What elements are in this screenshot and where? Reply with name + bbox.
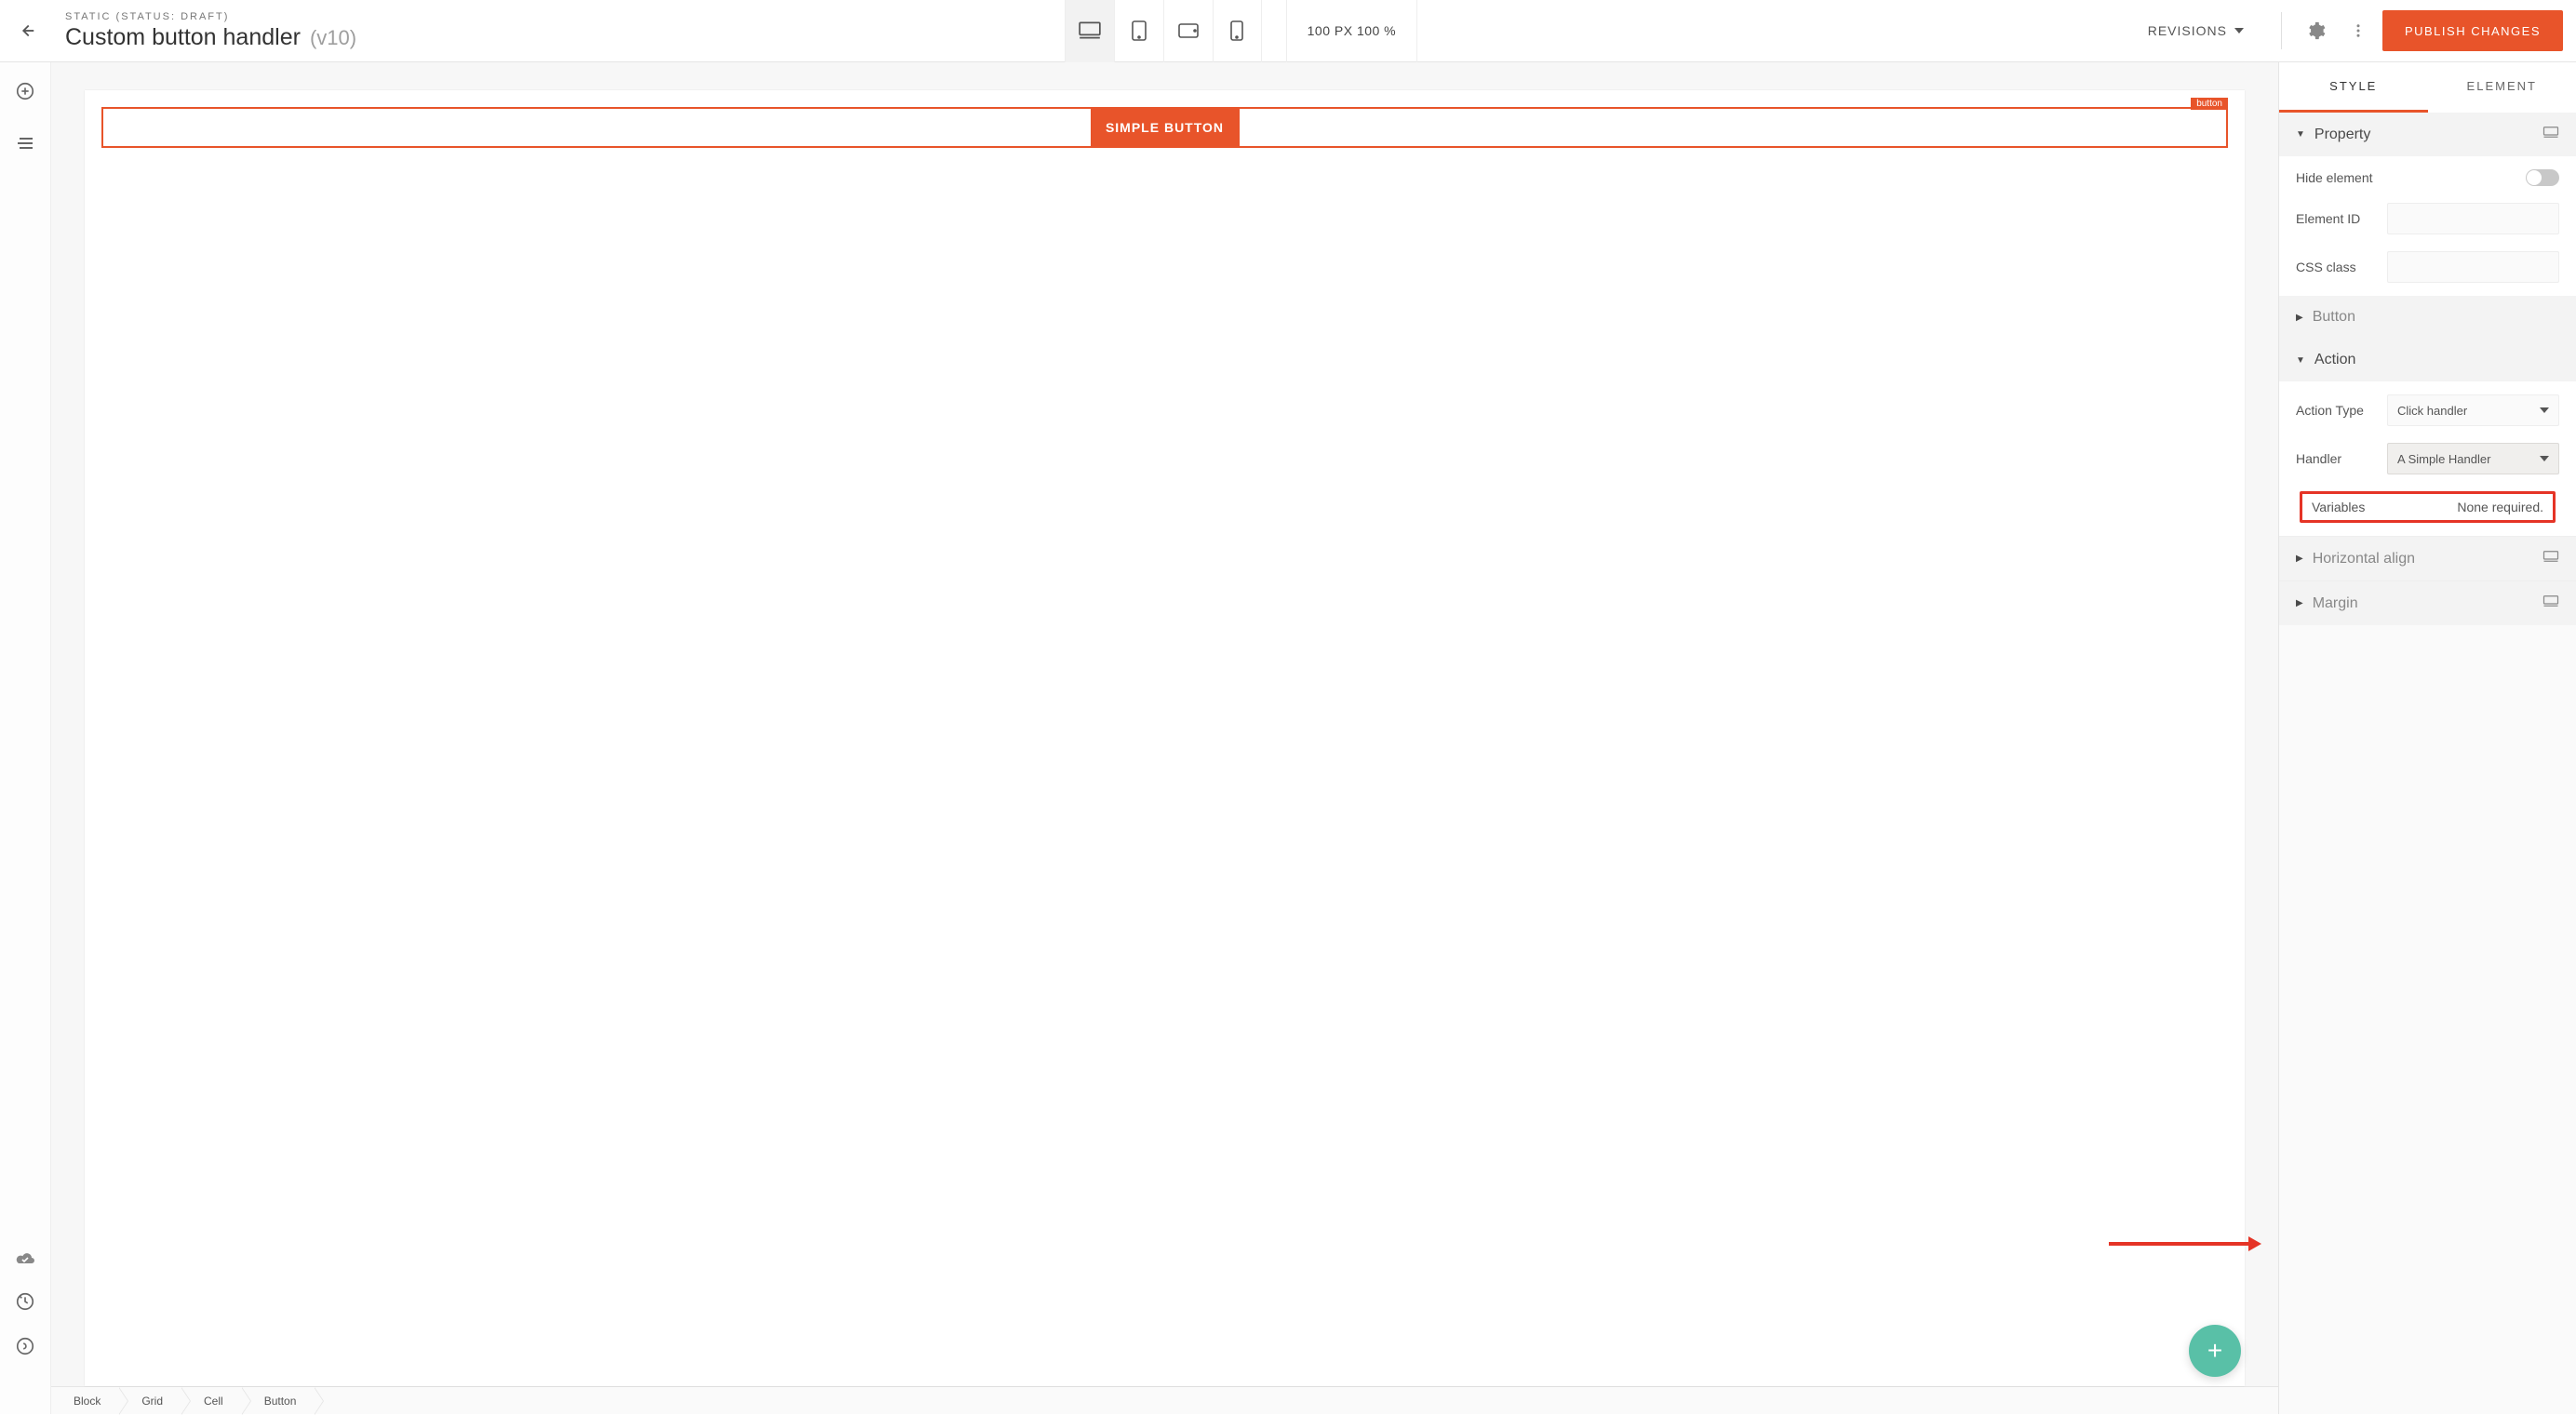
device-switcher — [1065, 0, 1262, 62]
margin-label: Margin — [2313, 595, 2358, 612]
section-action-body: Action Type Click handler Handler A Simp… — [2279, 381, 2576, 536]
section-margin-header[interactable]: ▶ Margin — [2279, 581, 2576, 625]
crumb-grid[interactable]: Grid — [119, 1387, 181, 1415]
desktop-icon — [2542, 550, 2559, 567]
chevron-right-icon: ▶ — [2296, 598, 2303, 608]
divider — [2281, 12, 2282, 49]
section-property-body: Hide element Element ID CSS class — [2279, 156, 2576, 296]
action-type-select[interactable]: Click handler — [2387, 394, 2559, 426]
chevron-down-icon: ▼ — [2296, 129, 2305, 140]
property-header-label: Property — [2314, 127, 2370, 143]
chevron-down-icon — [2540, 407, 2549, 413]
section-button-header[interactable]: ▶ Button — [2279, 296, 2576, 339]
action-type-value: Click handler — [2397, 404, 2467, 418]
chevron-down-icon — [2540, 456, 2549, 461]
crumb-button[interactable]: Button — [242, 1387, 315, 1415]
more-vertical-icon — [2350, 22, 2367, 39]
css-class-input[interactable] — [2387, 251, 2559, 283]
publish-button[interactable]: PUBLISH CHANGES — [2382, 10, 2563, 51]
hide-element-label: Hide element — [2296, 170, 2373, 185]
device-mobile-button[interactable] — [1213, 0, 1262, 62]
right-panel: STYLE ELEMENT ▼ Property Hide element El… — [2278, 62, 2576, 1414]
tab-style[interactable]: STYLE — [2279, 62, 2428, 113]
chevron-right-icon: ▶ — [2296, 313, 2303, 323]
section-horizontal-align-header[interactable]: ▶ Horizontal align — [2279, 536, 2576, 581]
fab-add-button[interactable]: + — [2189, 1325, 2241, 1377]
handler-value: A Simple Handler — [2397, 452, 2490, 466]
revisions-label: REVISIONS — [2148, 23, 2227, 38]
hide-element-toggle[interactable] — [2526, 169, 2559, 186]
dimensions-display: 100 PX 100 % — [1286, 0, 1418, 62]
settings-button[interactable] — [2297, 12, 2334, 49]
main-area: button SIMPLE BUTTON + Block Grid Cell B… — [0, 62, 2576, 1414]
cloud-sync-button[interactable] — [13, 1245, 37, 1269]
panel-tabs: STYLE ELEMENT — [2279, 62, 2576, 113]
device-desktop-button[interactable] — [1065, 0, 1114, 62]
copyleft-icon — [15, 1336, 35, 1356]
cloud-check-icon — [14, 1248, 36, 1265]
desktop-icon — [2542, 126, 2559, 143]
action-header-label: Action — [2314, 352, 2355, 368]
element-id-label: Element ID — [2296, 211, 2360, 226]
history-button[interactable] — [13, 1289, 37, 1314]
selection-badge: button — [2191, 98, 2228, 110]
status-line: STATIC (STATUS: DRAFT) — [65, 11, 356, 22]
left-rail — [0, 62, 51, 1414]
device-tablet-portrait-button[interactable] — [1114, 0, 1163, 62]
device-tablet-landscape-button[interactable] — [1163, 0, 1213, 62]
action-type-label: Action Type — [2296, 403, 2364, 418]
design-canvas[interactable]: button SIMPLE BUTTON — [85, 90, 2245, 1386]
tablet-landscape-icon — [1177, 22, 1200, 39]
desktop-icon — [1078, 20, 1102, 41]
chevron-down-icon — [2234, 28, 2244, 33]
handler-label: Handler — [2296, 451, 2341, 466]
top-header: STATIC (STATUS: DRAFT) Custom button han… — [0, 0, 2576, 62]
variables-value: None required. — [2457, 500, 2543, 514]
variables-label: Variables — [2312, 500, 2365, 514]
revisions-button[interactable]: REVISIONS — [2126, 0, 2266, 62]
chevron-right-icon: ▶ — [2296, 554, 2303, 564]
tablet-portrait-icon — [1130, 20, 1148, 42]
plus-circle-icon — [15, 81, 35, 101]
variables-highlight-box: Variables None required. — [2300, 491, 2556, 523]
arrow-left-icon — [16, 20, 36, 41]
copyleft-button[interactable] — [13, 1334, 37, 1358]
button-section-label: Button — [2313, 309, 2355, 326]
title-block: STATIC (STATUS: DRAFT) Custom button han… — [65, 11, 356, 51]
page-title: Custom button handler — [65, 24, 301, 51]
chevron-down-icon: ▼ — [2296, 355, 2305, 366]
selected-button-frame[interactable]: button SIMPLE BUTTON — [101, 107, 2228, 148]
element-id-input[interactable] — [2387, 203, 2559, 234]
page-version: (v10) — [310, 26, 356, 50]
desktop-icon — [2542, 594, 2559, 612]
section-property-header[interactable]: ▼ Property — [2279, 113, 2576, 156]
css-class-label: CSS class — [2296, 260, 2356, 274]
handler-select[interactable]: A Simple Handler — [2387, 443, 2559, 474]
canvas-wrap: button SIMPLE BUTTON + Block Grid Cell B… — [51, 62, 2278, 1414]
tab-element[interactable]: ELEMENT — [2428, 62, 2576, 113]
breadcrumb: Block Grid Cell Button — [51, 1386, 2278, 1414]
add-block-button[interactable] — [13, 79, 37, 103]
horizontal-align-label: Horizontal align — [2313, 551, 2415, 567]
more-menu-button[interactable] — [2340, 12, 2377, 49]
crumb-cell[interactable]: Cell — [181, 1387, 242, 1415]
outline-button[interactable] — [13, 131, 37, 155]
crumb-block[interactable]: Block — [51, 1387, 119, 1415]
back-button[interactable] — [13, 18, 39, 44]
list-icon — [16, 136, 34, 151]
simple-button-element[interactable]: SIMPLE BUTTON — [1091, 109, 1240, 146]
section-action-header[interactable]: ▼ Action — [2279, 339, 2576, 381]
mobile-icon — [1229, 20, 1244, 42]
gear-icon — [2305, 20, 2326, 41]
refresh-icon — [15, 1291, 35, 1312]
